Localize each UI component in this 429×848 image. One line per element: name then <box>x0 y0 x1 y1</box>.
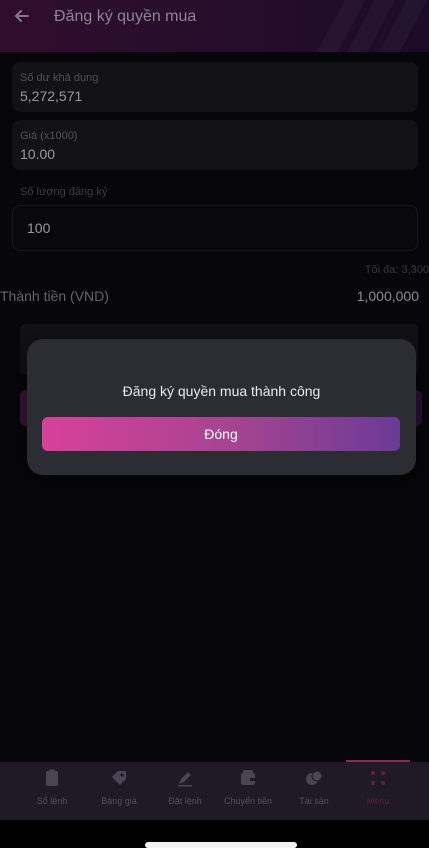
nav-item-menu[interactable]: Menu <box>346 762 410 820</box>
clipboard-icon <box>46 769 58 786</box>
nav-item-transfer[interactable]: Chuyển tiền <box>216 762 280 820</box>
pen-icon <box>178 772 192 787</box>
success-dialog: Đăng ký quyền mua thành công Đóng <box>27 339 416 475</box>
nav-item-orders[interactable]: Sổ lệnh <box>20 762 84 820</box>
nav-item-assets[interactable]: Tài sản <box>282 762 346 820</box>
bottom-nav: Sổ lệnh Bảng giá Đặt lệnh Chuyển tiền Tà… <box>0 762 429 820</box>
tag-icon <box>112 771 126 785</box>
nav-item-place-order[interactable]: Đặt lệnh <box>153 762 217 820</box>
grid-icon <box>371 771 385 785</box>
close-button[interactable]: Đóng <box>42 417 400 451</box>
screen: Đăng ký quyền mua Số dư khả dụng 5,272,5… <box>0 0 429 848</box>
nav-label: Chuyển tiền <box>223 796 273 806</box>
dialog-message: Đăng ký quyền mua thành công <box>122 383 321 399</box>
nav-label: Bảng giá <box>101 796 137 806</box>
nav-item-price-board[interactable]: Bảng giá <box>87 762 151 820</box>
nav-label: Sổ lệnh <box>36 796 68 806</box>
home-indicator[interactable] <box>145 842 297 848</box>
nav-label: Đặt lệnh <box>168 796 202 806</box>
wallet-icon <box>241 770 255 785</box>
coins-icon <box>306 770 323 785</box>
nav-label: Tài sản <box>299 796 329 806</box>
nav-label: Menu <box>366 796 390 806</box>
